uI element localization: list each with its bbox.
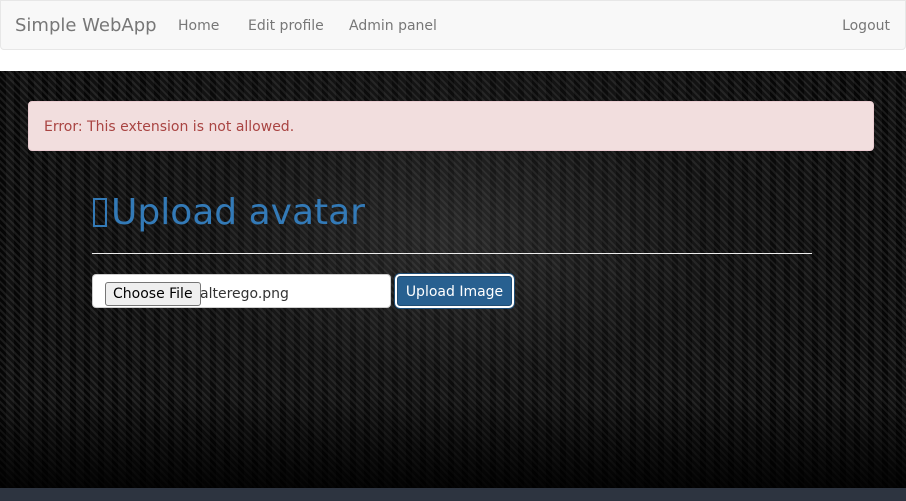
nav-admin-panel-link[interactable]: Admin panel — [349, 16, 437, 36]
nav-home-link[interactable]: Home — [178, 16, 219, 36]
brand-link[interactable]: Simple WebApp — [15, 14, 157, 38]
choose-file-button[interactable]: Choose File — [105, 282, 201, 306]
unrendered-glyph-box-icon — [93, 198, 107, 227]
avatar-file-input[interactable]: Choose File alterego.png — [92, 274, 391, 308]
selected-file-name: alterego.png — [200, 286, 289, 302]
page-title-text: Upload avatar — [111, 192, 365, 233]
upload-section: Error: This extension is not allowed. Up… — [0, 71, 906, 488]
page-title: Upload avatar — [93, 191, 365, 235]
logout-link[interactable]: Logout — [842, 16, 890, 36]
footer-bar — [0, 488, 906, 501]
upload-image-button[interactable]: Upload Image — [397, 276, 512, 306]
title-divider — [92, 253, 812, 254]
error-alert: Error: This extension is not allowed. — [28, 101, 874, 151]
error-message: Error: This extension is not allowed. — [44, 119, 295, 135]
nav-edit-profile-link[interactable]: Edit profile — [248, 16, 324, 36]
navbar: Simple WebApp Home Edit profile Admin pa… — [0, 0, 906, 50]
